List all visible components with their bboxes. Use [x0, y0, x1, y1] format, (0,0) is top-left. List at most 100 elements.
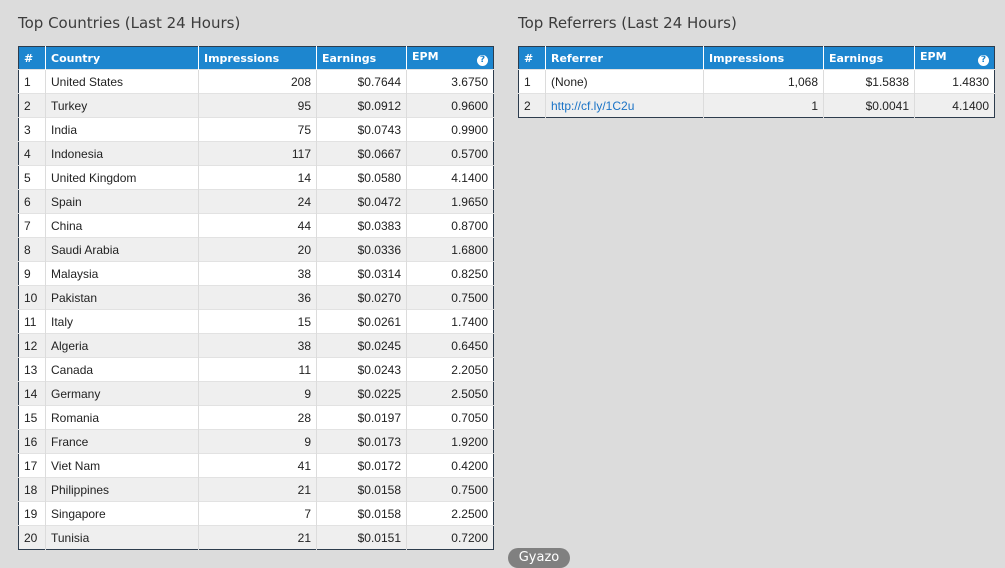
col-header-epm[interactable]: EPM ? — [914, 46, 995, 70]
col-header-epm-label: EPM — [412, 50, 439, 63]
cell-epm: 1.6800 — [406, 237, 494, 262]
top-countries-title: Top Countries (Last 24 Hours) — [18, 14, 241, 32]
table-row: 2 Turkey 95 $0.0912 0.9600 — [18, 93, 494, 118]
col-header-country[interactable]: Country — [45, 46, 199, 70]
cell-earnings: $0.0158 — [316, 501, 407, 526]
cell-rank: 16 — [18, 429, 46, 454]
top-countries-table: # Country Impressions Earnings EPM ? 1 Un… — [18, 46, 494, 550]
cell-earnings: $0.0270 — [316, 285, 407, 310]
cell-rank: 7 — [18, 213, 46, 238]
cell-earnings: $0.0225 — [316, 381, 407, 406]
cell-epm: 0.7050 — [406, 405, 494, 430]
cell-impressions: 117 — [198, 141, 317, 166]
cell-epm: 0.9900 — [406, 117, 494, 142]
cell-epm: 0.7500 — [406, 285, 494, 310]
cell-country: India — [45, 117, 199, 142]
help-icon[interactable]: ? — [978, 55, 989, 66]
cell-earnings: $0.0472 — [316, 189, 407, 214]
cell-rank: 20 — [18, 525, 46, 550]
table-row: 1 United States 208 $0.7644 3.6750 — [18, 69, 494, 94]
table-row: 4 Indonesia 117 $0.0667 0.5700 — [18, 141, 494, 166]
table-row: 19 Singapore 7 $0.0158 2.2500 — [18, 501, 494, 526]
cell-epm: 2.2500 — [406, 501, 494, 526]
cell-earnings: $0.0336 — [316, 237, 407, 262]
top-countries-panel: Top Countries (Last 24 Hours) # Country … — [18, 0, 494, 550]
cell-impressions: 38 — [198, 333, 317, 358]
cell-epm: 0.8700 — [406, 213, 494, 238]
cell-epm: 0.5700 — [406, 141, 494, 166]
table-row: 18 Philippines 21 $0.0158 0.7500 — [18, 477, 494, 502]
table-row: 13 Canada 11 $0.0243 2.2050 — [18, 357, 494, 382]
cell-impressions: 95 — [198, 93, 317, 118]
col-header-impressions[interactable]: Impressions — [198, 46, 317, 70]
cell-impressions: 28 — [198, 405, 317, 430]
cell-referrer: (None) — [545, 69, 704, 94]
cell-rank: 9 — [18, 261, 46, 286]
cell-country: Viet Nam — [45, 453, 199, 478]
cell-impressions: 7 — [198, 501, 317, 526]
cell-rank: 12 — [18, 333, 46, 358]
col-header-rank[interactable]: # — [18, 46, 46, 70]
cell-epm: 4.1400 — [914, 93, 995, 118]
cell-impressions: 38 — [198, 261, 317, 286]
cell-country: France — [45, 429, 199, 454]
table-row: 7 China 44 $0.0383 0.8700 — [18, 213, 494, 238]
table-row: 2 http://cf.ly/1C2u 1 $0.0041 4.1400 — [518, 93, 995, 118]
cell-epm: 4.1400 — [406, 165, 494, 190]
cell-country: Pakistan — [45, 285, 199, 310]
cell-impressions: 36 — [198, 285, 317, 310]
cell-earnings: $0.0667 — [316, 141, 407, 166]
cell-epm: 0.9600 — [406, 93, 494, 118]
cell-epm: 0.6450 — [406, 333, 494, 358]
cell-impressions: 20 — [198, 237, 317, 262]
cell-rank: 1 — [518, 69, 546, 94]
cell-rank: 11 — [18, 309, 46, 334]
col-header-impressions[interactable]: Impressions — [703, 46, 824, 70]
cell-country: United Kingdom — [45, 165, 199, 190]
col-header-rank[interactable]: # — [518, 46, 546, 70]
col-header-earnings[interactable]: Earnings — [823, 46, 915, 70]
cell-earnings: $0.0580 — [316, 165, 407, 190]
cell-rank: 18 — [18, 477, 46, 502]
cell-epm: 0.8250 — [406, 261, 494, 286]
table-row: 5 United Kingdom 14 $0.0580 4.1400 — [18, 165, 494, 190]
cell-earnings: $1.5838 — [823, 69, 915, 94]
cell-epm: 1.7400 — [406, 309, 494, 334]
table-row: 16 France 9 $0.0173 1.9200 — [18, 429, 494, 454]
table-row: 17 Viet Nam 41 $0.0172 0.4200 — [18, 453, 494, 478]
cell-impressions: 41 — [198, 453, 317, 478]
cell-earnings: $0.0383 — [316, 213, 407, 238]
cell-epm: 2.5050 — [406, 381, 494, 406]
cell-earnings: $0.0245 — [316, 333, 407, 358]
cell-impressions: 14 — [198, 165, 317, 190]
cell-rank: 6 — [18, 189, 46, 214]
table-row: 8 Saudi Arabia 20 $0.0336 1.6800 — [18, 237, 494, 262]
table-row: 15 Romania 28 $0.0197 0.7050 — [18, 405, 494, 430]
cell-earnings: $0.0151 — [316, 525, 407, 550]
cell-country: Saudi Arabia — [45, 237, 199, 262]
cell-impressions: 1,068 — [703, 69, 824, 94]
table-row: 3 India 75 $0.0743 0.9900 — [18, 117, 494, 142]
cell-impressions: 208 — [198, 69, 317, 94]
table-header-row: # Referrer Impressions Earnings EPM ? — [518, 46, 995, 70]
cell-epm: 0.4200 — [406, 453, 494, 478]
cell-country: Indonesia — [45, 141, 199, 166]
cell-epm: 3.6750 — [406, 69, 494, 94]
cell-country: Spain — [45, 189, 199, 214]
col-header-earnings[interactable]: Earnings — [316, 46, 407, 70]
top-referrers-panel: Top Referrers (Last 24 Hours) # Referrer… — [518, 0, 995, 118]
col-header-epm[interactable]: EPM ? — [406, 46, 494, 70]
cell-earnings: $0.0173 — [316, 429, 407, 454]
table-row: 11 Italy 15 $0.0261 1.7400 — [18, 309, 494, 334]
cell-earnings: $0.0158 — [316, 477, 407, 502]
cell-earnings: $0.0912 — [316, 93, 407, 118]
cell-country: Romania — [45, 405, 199, 430]
referrer-link[interactable]: http://cf.ly/1C2u — [551, 99, 634, 113]
gyazo-badge[interactable]: Gyazo — [508, 548, 570, 568]
cell-rank: 15 — [18, 405, 46, 430]
col-header-referrer[interactable]: Referrer — [545, 46, 704, 70]
help-icon[interactable]: ? — [477, 55, 488, 66]
table-row: 6 Spain 24 $0.0472 1.9650 — [18, 189, 494, 214]
table-row: 1 (None) 1,068 $1.5838 1.4830 — [518, 69, 995, 94]
cell-earnings: $0.0261 — [316, 309, 407, 334]
